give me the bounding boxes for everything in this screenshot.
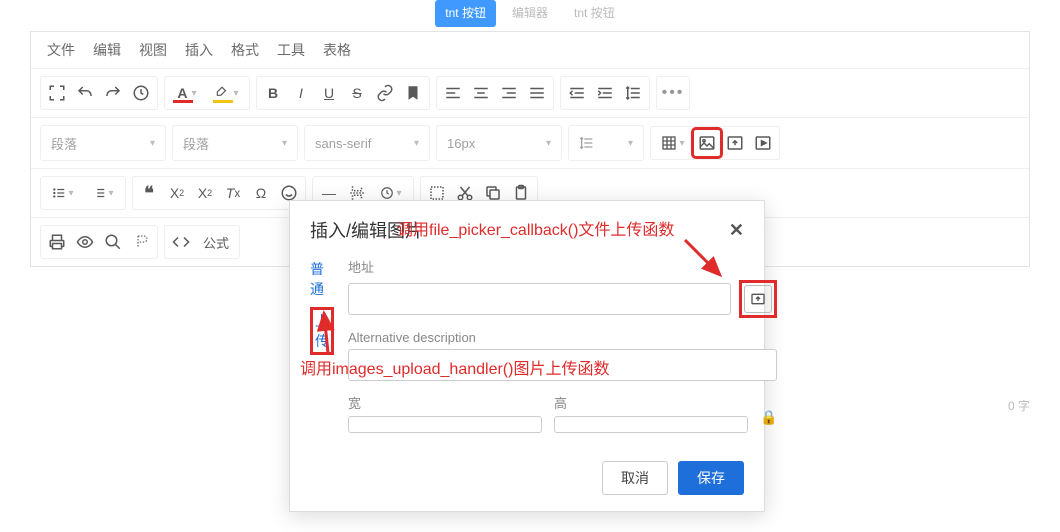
fullscreen-icon[interactable]: [43, 79, 71, 107]
align-justify-icon[interactable]: [523, 79, 551, 107]
cancel-button[interactable]: 取消: [602, 461, 668, 495]
toolbar-row-1: A▾ ▾ B I U S •••: [31, 68, 1029, 117]
highlight-color-icon[interactable]: ▾: [207, 79, 247, 107]
block-format-select-2[interactable]: 段落▾: [175, 128, 295, 158]
visual-blocks-icon[interactable]: [127, 228, 155, 256]
save-button[interactable]: 保存: [678, 461, 744, 495]
top-tab-1[interactable]: tnt 按钮: [435, 0, 496, 27]
align-right-icon[interactable]: [495, 79, 523, 107]
number-list-icon[interactable]: ▾: [83, 179, 123, 207]
dialog-tab-general[interactable]: 普通: [310, 257, 334, 301]
blockquote-icon[interactable]: ❝: [135, 179, 163, 207]
width-input[interactable]: [348, 416, 542, 433]
arrow-to-file-picker: [680, 235, 730, 288]
arrow-to-upload-tab: [318, 308, 348, 361]
print-icon[interactable]: [43, 228, 71, 256]
url-input[interactable]: [348, 283, 731, 315]
bullet-list-icon[interactable]: ▾: [43, 179, 83, 207]
indent-icon[interactable]: [591, 79, 619, 107]
superscript-icon[interactable]: X2: [191, 179, 219, 207]
height-input[interactable]: [554, 416, 748, 433]
menu-file[interactable]: 文件: [47, 40, 75, 60]
more-icon[interactable]: •••: [659, 79, 687, 107]
menu-view[interactable]: 视图: [139, 40, 167, 60]
line-height-icon[interactable]: [619, 79, 647, 107]
preview-icon[interactable]: [71, 228, 99, 256]
menu-format[interactable]: 格式: [231, 40, 259, 60]
word-count: 0 字: [1008, 397, 1030, 414]
special-char-icon[interactable]: Ω: [247, 179, 275, 207]
menubar: 文件 编辑 视图 插入 格式 工具 表格: [31, 32, 1029, 68]
width-label: 宽: [348, 393, 542, 412]
top-tab-2[interactable]: 编辑器: [502, 0, 558, 27]
outdent-icon[interactable]: [563, 79, 591, 107]
formula-button[interactable]: 公式: [195, 228, 237, 256]
link-icon[interactable]: [371, 79, 399, 107]
media-icon[interactable]: [749, 129, 777, 157]
line-spacing-select[interactable]: ▾: [571, 128, 641, 158]
italic-icon[interactable]: I: [287, 79, 315, 107]
block-format-select-1[interactable]: 段落▾: [43, 128, 163, 158]
close-icon[interactable]: ✕: [729, 220, 744, 241]
bold-icon[interactable]: B: [259, 79, 287, 107]
history-icon[interactable]: [127, 79, 155, 107]
height-label: 高: [554, 393, 748, 412]
underline-icon[interactable]: U: [315, 79, 343, 107]
search-icon[interactable]: [99, 228, 127, 256]
undo-icon[interactable]: [71, 79, 99, 107]
file-picker-button[interactable]: [739, 280, 777, 318]
source-code-icon[interactable]: [167, 228, 195, 256]
text-color-icon[interactable]: A▾: [167, 79, 207, 107]
redo-icon[interactable]: [99, 79, 127, 107]
toolbar-row-2: 段落▾ 段落▾ sans-serif▾ 16px▾ ▾ ▾: [31, 117, 1029, 168]
lock-icon[interactable]: 🔒: [760, 409, 777, 433]
menu-tools[interactable]: 工具: [277, 40, 305, 60]
top-tab-3[interactable]: tnt 按钮: [564, 0, 625, 27]
strikethrough-icon[interactable]: S: [343, 79, 371, 107]
alt-label: Alternative description: [348, 330, 777, 345]
menu-edit[interactable]: 编辑: [93, 40, 121, 60]
clear-format-icon[interactable]: Tx: [219, 179, 247, 207]
font-size-select[interactable]: 16px▾: [439, 128, 559, 158]
align-left-icon[interactable]: [439, 79, 467, 107]
subscript-icon[interactable]: X2: [163, 179, 191, 207]
table-icon[interactable]: ▾: [653, 129, 693, 157]
insert-image-icon[interactable]: [693, 129, 721, 157]
upload-image-icon[interactable]: [721, 129, 749, 157]
annotation-top: 调用file_picker_callback()文件上传函数: [397, 216, 674, 240]
menu-insert[interactable]: 插入: [185, 40, 213, 60]
bookmark-icon[interactable]: [399, 79, 427, 107]
font-family-select[interactable]: sans-serif▾: [307, 128, 427, 158]
align-center-icon[interactable]: [467, 79, 495, 107]
menu-table[interactable]: 表格: [323, 40, 351, 60]
